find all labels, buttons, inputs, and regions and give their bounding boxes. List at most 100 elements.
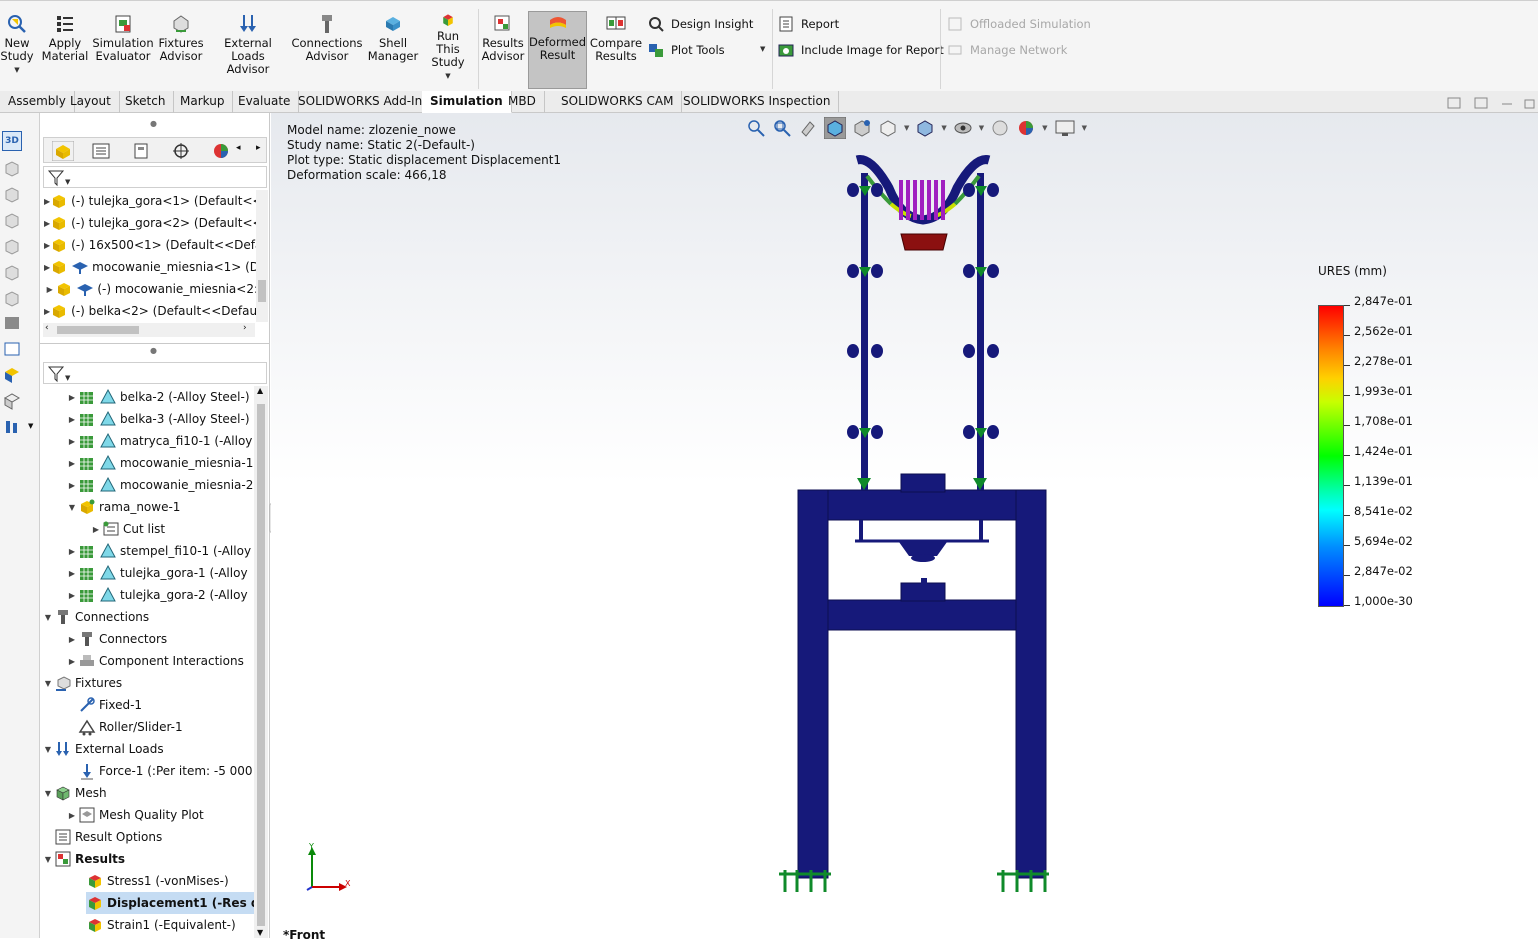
zoom-to-area-icon[interactable] bbox=[772, 118, 792, 138]
expand-arrow-icon[interactable]: ▶ bbox=[66, 569, 78, 578]
tab-layout[interactable]: Layout bbox=[62, 91, 120, 113]
simulation-tree-vscrollbar[interactable]: ▲ ▼ bbox=[254, 386, 268, 938]
tree-row[interactable]: ▶ (-) belka<2> (Default<<Default bbox=[44, 300, 258, 322]
tree-row-part[interactable]: ▶ tulejka_gora-2 (-Alloy bbox=[66, 584, 254, 606]
expand-arrow-icon[interactable]: ▶ bbox=[90, 525, 102, 534]
chevron-down-icon[interactable]: ▼ bbox=[904, 124, 909, 132]
expand-arrow-icon[interactable]: ▶ bbox=[66, 547, 78, 556]
chevron-down-icon[interactable]: ▼ bbox=[1082, 124, 1087, 132]
part-icon[interactable] bbox=[2, 185, 22, 205]
run-this-study-button[interactable]: Run This Study ▼ bbox=[424, 13, 472, 83]
expand-arrow-icon[interactable]: ▶ bbox=[66, 657, 78, 666]
deformed-model-plot[interactable] bbox=[771, 148, 1071, 938]
tree-row-connections[interactable]: ▼ Connections bbox=[42, 606, 254, 628]
tab-markup[interactable]: Markup bbox=[172, 91, 234, 113]
expand-arrow-icon[interactable]: ▶ bbox=[66, 459, 78, 468]
offloaded-simulation-button[interactable]: Offloaded Simulation bbox=[946, 14, 1091, 34]
zoom-to-fit-icon[interactable] bbox=[746, 118, 766, 138]
collapse-arrow-icon[interactable]: ▼ bbox=[42, 613, 54, 622]
scroll-down-icon[interactable]: ▼ bbox=[257, 928, 263, 937]
results-advisor-button[interactable]: Results Advisor bbox=[480, 13, 526, 83]
tree-row-fixtures[interactable]: ▼ Fixtures bbox=[42, 672, 254, 694]
expand-left-icon[interactable] bbox=[1447, 97, 1461, 109]
chevron-down-icon[interactable]: ▼ bbox=[941, 124, 946, 132]
section-view-icon[interactable] bbox=[824, 117, 846, 139]
expand-arrow-icon[interactable]: ▶ bbox=[66, 415, 78, 424]
tree-row-part[interactable]: ▶ matryca_fi10-1 (-Alloy bbox=[66, 430, 254, 452]
tree-row[interactable]: ▶ (-) tulejka_gora<1> (Default<<I bbox=[44, 190, 258, 212]
tree-row[interactable]: ▶ mocowanie_miesnia<1> (D bbox=[44, 256, 258, 278]
scrollbar-thumb[interactable] bbox=[257, 404, 265, 926]
external-loads-advisor-button[interactable]: External Loads Advisor bbox=[210, 13, 286, 83]
splitter-handle[interactable]: ● bbox=[150, 119, 157, 128]
expand-arrow-icon[interactable]: ▶ bbox=[66, 591, 78, 600]
tab-solidworks-add-ins[interactable]: SOLIDWORKS Add-Ins bbox=[290, 91, 438, 113]
shell-manager-button[interactable]: Shell Manager bbox=[368, 13, 418, 83]
3d-view-icon[interactable]: 3D bbox=[2, 131, 22, 151]
scrollbar-thumb[interactable] bbox=[57, 326, 139, 334]
fixtures-advisor-button[interactable]: Fixtures Advisor bbox=[158, 13, 204, 83]
tree-row-fixed[interactable]: Fixed-1 bbox=[78, 694, 254, 716]
simulation-evaluator-button[interactable]: Simulation Evaluator bbox=[92, 13, 154, 83]
restore-icon[interactable] bbox=[1524, 97, 1536, 109]
view-palette-icon[interactable] bbox=[2, 365, 22, 385]
connections-advisor-button[interactable]: Connections Advisor bbox=[291, 13, 363, 83]
view-orientation-icon[interactable] bbox=[878, 118, 898, 138]
apply-scene-icon[interactable] bbox=[1016, 118, 1036, 138]
tabs-scroll-left-icon[interactable]: ◂ bbox=[236, 143, 241, 153]
tabs-scroll-right-icon[interactable]: ▸ bbox=[256, 143, 261, 153]
expand-arrow-icon[interactable]: ▶ bbox=[66, 811, 78, 820]
part-icon[interactable] bbox=[2, 237, 22, 257]
hide-show-items-icon[interactable] bbox=[953, 118, 973, 138]
tree-row-roller-slider[interactable]: Roller/Slider-1 bbox=[78, 716, 254, 738]
dynamic-annotation-icon[interactable] bbox=[852, 118, 872, 138]
tree-row-part[interactable]: ▶ mocowanie_miesnia-2 bbox=[66, 474, 254, 496]
tree-row-mesh-quality[interactable]: ▶ Mesh Quality Plot bbox=[66, 804, 254, 826]
tree-row-cut-list[interactable]: ▶ Cut list bbox=[90, 518, 254, 540]
tree-row-component-interactions[interactable]: ▶ Component Interactions bbox=[66, 650, 254, 672]
expand-arrow-icon[interactable]: ▶ bbox=[66, 481, 78, 490]
feature-tree-filter[interactable]: ▼ bbox=[43, 166, 267, 188]
new-study-button[interactable]: New Study ▼ bbox=[0, 13, 34, 83]
appearances-icon[interactable] bbox=[2, 391, 22, 411]
scroll-up-icon[interactable]: ▲ bbox=[257, 386, 263, 395]
apply-material-button[interactable]: Apply Material bbox=[42, 13, 88, 83]
tree-row-results[interactable]: ▼ Results bbox=[42, 848, 254, 870]
expand-arrow-icon[interactable]: ▶ bbox=[66, 635, 78, 644]
tree-row-part[interactable]: ▶ belka-3 (-Alloy Steel-) bbox=[66, 408, 254, 430]
view-settings-icon[interactable] bbox=[1054, 118, 1076, 138]
expand-arrow-icon[interactable]: ▶ bbox=[66, 437, 78, 446]
tree-row-stress[interactable]: Stress1 (-vonMises-) bbox=[86, 870, 254, 892]
tab-solidworks-cam[interactable]: SOLIDWORKS CAM bbox=[553, 91, 683, 113]
display-style-icon[interactable] bbox=[915, 118, 935, 138]
part-icon[interactable] bbox=[2, 263, 22, 283]
scrollbar-thumb[interactable] bbox=[258, 280, 266, 302]
tree-row-strain[interactable]: Strain1 (-Equivalent-) bbox=[86, 914, 254, 936]
tab-solidworks-inspection[interactable]: SOLIDWORKS Inspection bbox=[675, 91, 840, 113]
deformed-result-button[interactable]: Deformed Result bbox=[528, 11, 587, 89]
display-manager-tab-icon[interactable] bbox=[210, 141, 232, 161]
dimxpert-tab-icon[interactable] bbox=[170, 141, 192, 161]
chevron-down-icon[interactable]: ▼ bbox=[979, 124, 984, 132]
part-icon[interactable] bbox=[2, 211, 22, 231]
design-insight-button[interactable]: Design Insight bbox=[647, 14, 753, 34]
tab-evaluate[interactable]: Evaluate bbox=[230, 91, 300, 113]
tree-row-connectors[interactable]: ▶ Connectors bbox=[66, 628, 254, 650]
tab-mbd[interactable]: MBD bbox=[500, 91, 545, 113]
feature-tree-hscrollbar[interactable]: ‹ › bbox=[43, 323, 255, 337]
collapse-arrow-icon[interactable]: ▼ bbox=[42, 855, 54, 864]
tree-row-part[interactable]: ▶ mocowanie_miesnia-1 bbox=[66, 452, 254, 474]
tab-sketch[interactable]: Sketch bbox=[117, 91, 175, 113]
tree-row-force[interactable]: Force-1 (:Per item: -5 000 N bbox=[78, 760, 254, 782]
feature-tree-vscrollbar[interactable] bbox=[256, 190, 268, 322]
include-image-for-report-button[interactable]: Include Image for Report bbox=[777, 40, 944, 60]
manage-network-button[interactable]: Manage Network bbox=[946, 40, 1067, 60]
collapse-arrow-icon[interactable]: ▼ bbox=[42, 745, 54, 754]
plot-tools-button[interactable]: Plot Tools bbox=[647, 40, 725, 60]
feature-manager-tab-icon[interactable] bbox=[52, 141, 74, 161]
report-button[interactable]: Report bbox=[777, 14, 839, 34]
compare-results-button[interactable]: Compare Results bbox=[590, 13, 642, 83]
tree-row[interactable]: ▶ (-) 16x500<1> (Default<<Defau bbox=[44, 234, 258, 256]
tree-row-mesh[interactable]: ▼ Mesh bbox=[42, 782, 254, 804]
file-explorer-icon[interactable] bbox=[2, 339, 22, 359]
